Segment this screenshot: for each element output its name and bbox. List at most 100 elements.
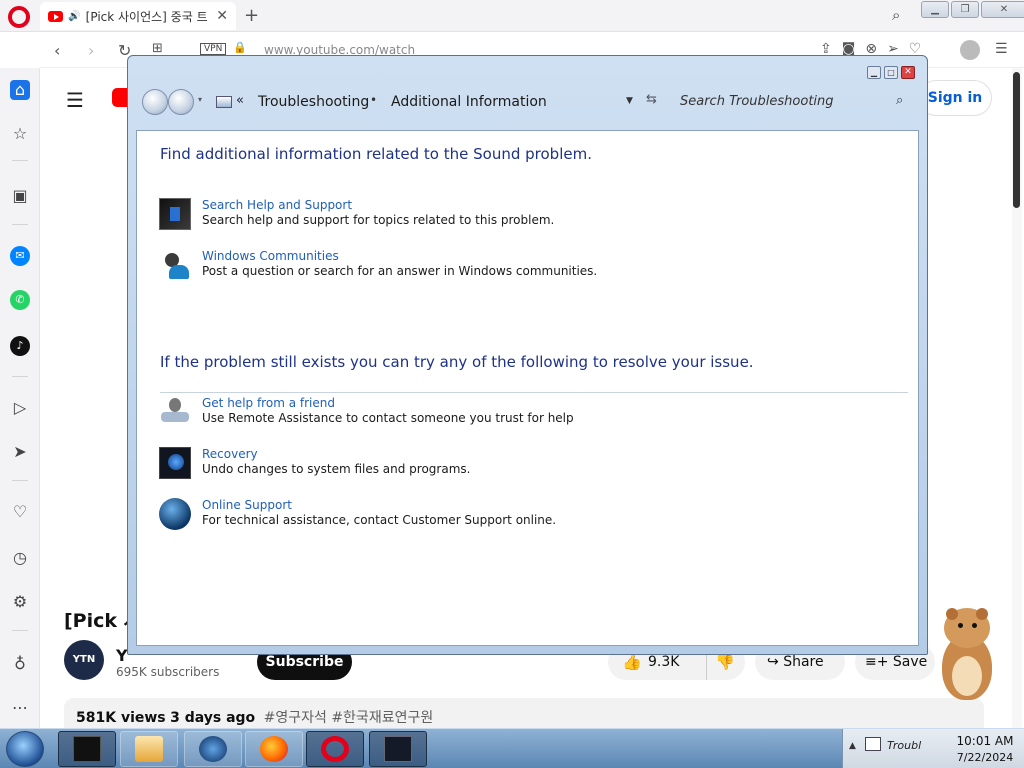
clock-time[interactable]: 10:01 AM	[949, 734, 1021, 748]
player-icon[interactable]: ▷	[10, 398, 30, 418]
tab-search-icon[interactable]: ⌕	[892, 6, 900, 24]
remote-assistance-desc: Use Remote Assistance to contact someone…	[202, 411, 574, 425]
video-title: [Pick 사	[64, 610, 128, 632]
taskbar-media-player[interactable]	[120, 731, 178, 767]
forward-orb-icon[interactable]	[168, 89, 194, 115]
online-support-link[interactable]: Online Support	[202, 498, 292, 512]
tray-troubleshooting-label[interactable]: Troubl	[887, 739, 939, 752]
minimize-button[interactable]: ▁	[921, 1, 949, 18]
description-box[interactable]: 581K views 3 days ago #영구자석 #한국재료연구원	[64, 698, 984, 728]
history-icon[interactable]: ◷	[10, 548, 30, 568]
communities-desc: Post a question or search for an answer …	[202, 264, 598, 278]
share-label: Share	[783, 654, 824, 670]
youtube-favicon-icon	[48, 10, 64, 22]
help-support-link[interactable]: Search Help and Support	[202, 198, 352, 212]
browser-titlebar: 🔊 [Pick 사이언스] 중국 트 ✕ + ⌕ ▁ ❐ ✕	[0, 0, 1024, 32]
refresh-icon[interactable]: ⇆	[646, 92, 657, 107]
media-player-icon	[135, 736, 163, 762]
share-arrow-icon: ↪	[767, 654, 779, 670]
troubleshooting-window: ▁ □ ✕ ▾ « Troubleshooting • Additional I…	[127, 55, 928, 655]
windows-taskbar: ▲ Troubl 10:01 AM 7/22/2024	[0, 728, 1024, 768]
control-panel-taskbar-icon	[73, 736, 101, 762]
save-label: Save	[892, 654, 928, 670]
tiktok-icon[interactable]: ♪	[10, 336, 30, 356]
tw-navigation-bar: ▾ « Troubleshooting • Additional Informa…	[136, 84, 919, 126]
hashtags[interactable]: #영구자석 #한국재료연구원	[264, 710, 434, 726]
vpn-badge[interactable]: VPN	[200, 43, 227, 55]
close-window-button[interactable]: ✕	[981, 1, 1024, 18]
back-orb-icon[interactable]	[142, 89, 168, 115]
account-icon[interactable]	[960, 40, 980, 60]
control-panel-icon	[216, 96, 232, 108]
view-count: 581K views	[76, 710, 166, 726]
upload-time: 3 days ago	[170, 710, 256, 726]
taskbar-globe-app[interactable]	[184, 731, 242, 767]
send-sidebar-icon[interactable]: ➤	[10, 442, 30, 462]
messenger-icon[interactable]: ✉	[10, 246, 30, 266]
home-icon[interactable]: ⌂	[10, 80, 30, 100]
sidebar-divider	[12, 160, 28, 161]
opera-logo-icon[interactable]	[8, 6, 30, 28]
remote-assistance-icon	[159, 396, 191, 428]
breadcrumb-overflow-icon[interactable]: «	[236, 93, 244, 108]
whatsapp-icon[interactable]: ✆	[10, 290, 30, 310]
taskbar-firefox[interactable]	[245, 731, 303, 767]
recent-pages-dropdown-icon[interactable]: ▾	[198, 95, 202, 104]
more-icon[interactable]: ⋯	[10, 698, 30, 718]
sidebar-divider	[12, 224, 28, 225]
sidebar-divider	[12, 480, 28, 481]
breadcrumb-troubleshooting[interactable]: Troubleshooting	[258, 94, 369, 110]
tw-maximize-button[interactable]: □	[884, 66, 898, 79]
window-controls: ▁ ❐ ✕	[921, 1, 1024, 18]
tw-close-button[interactable]: ✕	[901, 66, 915, 79]
desktop-hamster-pet[interactable]	[932, 606, 1004, 706]
new-tab-icon[interactable]: +	[244, 5, 259, 26]
speaker-icon[interactable]: 🔊	[68, 11, 80, 22]
settings-gear-icon[interactable]: ⚙	[10, 592, 30, 612]
online-support-desc: For technical assistance, contact Custom…	[202, 513, 557, 527]
youtube-menu-icon[interactable]: ☰	[66, 88, 84, 112]
globe-icon	[199, 736, 227, 762]
search-troubleshooting-input[interactable]: Search Troubleshooting	[668, 92, 918, 114]
forward-icon[interactable]: ›	[88, 41, 94, 60]
channel-avatar[interactable]: YTN	[64, 640, 104, 680]
online-support-icon	[159, 498, 191, 530]
taskbar-control-panel[interactable]	[58, 731, 116, 767]
subscriber-count: 695K subscribers	[116, 665, 220, 679]
tab-close-icon[interactable]: ✕	[216, 8, 228, 24]
help-support-icon	[159, 198, 191, 230]
remote-assistance-link[interactable]: Get help from a friend	[202, 396, 335, 410]
easy-setup-icon[interactable]: ☰	[995, 41, 1008, 57]
scrollbar-thumb[interactable]	[1013, 72, 1020, 208]
section-divider	[160, 392, 908, 393]
signin-button[interactable]: Sign in	[918, 80, 992, 116]
troubleshooting-taskbar-icon	[384, 736, 412, 762]
shopping-bag-icon[interactable]: ▣	[10, 186, 30, 206]
favorites-heart-icon[interactable]: ♡	[10, 502, 30, 522]
opera-sidebar: ⌂ ☆ ▣ ✉ ✆ ♪ ▷ ➤ ♡ ◷ ⚙ ♁ ⋯	[0, 68, 40, 728]
clock-date[interactable]: 7/22/2024	[949, 751, 1021, 764]
breadcrumb-separator: •	[370, 93, 378, 107]
lightbulb-icon[interactable]: ♁	[10, 654, 30, 674]
heading-still-exists: If the problem still exists you can try …	[160, 353, 754, 371]
recovery-desc: Undo changes to system files and program…	[202, 462, 471, 476]
tw-minimize-button[interactable]: ▁	[867, 66, 881, 79]
search-icon[interactable]: ⌕	[896, 93, 903, 108]
tab-title: [Pick 사이언스] 중국 트	[85, 9, 208, 24]
back-icon[interactable]: ‹	[54, 41, 60, 60]
taskbar-opera[interactable]	[306, 731, 364, 767]
breadcrumb-additional-information[interactable]: Additional Information	[391, 94, 547, 110]
address-dropdown-icon[interactable]: ▼	[626, 96, 633, 106]
browser-tab[interactable]: 🔊 [Pick 사이언스] 중국 트 ✕	[40, 2, 236, 30]
action-center-flag-icon[interactable]	[865, 737, 881, 751]
recovery-link[interactable]: Recovery	[202, 447, 258, 461]
sidebar-divider	[12, 630, 28, 631]
lock-icon[interactable]: 🔒	[233, 41, 247, 54]
star-icon[interactable]: ☆	[10, 124, 30, 144]
tabs-grid-icon[interactable]: ⊞	[152, 41, 163, 56]
start-button-icon[interactable]	[6, 731, 44, 767]
communities-link[interactable]: Windows Communities	[202, 249, 339, 263]
restore-button[interactable]: ❐	[951, 1, 979, 18]
show-hidden-icons-icon[interactable]: ▲	[849, 741, 856, 751]
taskbar-troubleshooting[interactable]	[369, 731, 427, 767]
